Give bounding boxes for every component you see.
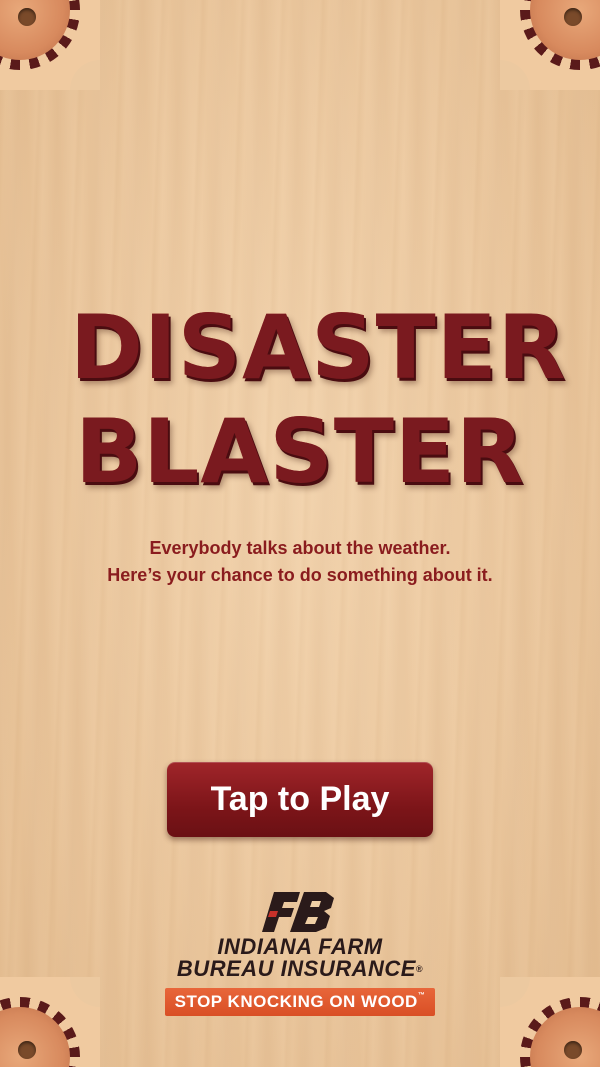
slogan-text: STOP KNOCKING ON WOOD	[174, 992, 418, 1011]
screw-hole-icon	[564, 8, 582, 26]
game-title-line-1: DISASTER	[70, 296, 567, 399]
screw-hole-icon	[564, 1041, 582, 1059]
brand-name-line-1: INDIANA FARM	[217, 934, 383, 959]
gear-corner-top-left	[0, 0, 100, 90]
farm-bureau-fb-logo-icon	[262, 892, 334, 932]
game-title-line-2: BLASTER	[70, 400, 530, 504]
gear-icon	[0, 997, 80, 1067]
slogan-badge: STOP KNOCKING ON WOOD™	[164, 988, 436, 1016]
sponsor-logo: INDIANA FARM BUREAU INSURANCE® STOP KNOC…	[140, 890, 460, 1016]
gear-icon	[520, 997, 600, 1067]
game-title-logo: DISASTER BLASTER	[70, 296, 567, 504]
tagline-line-2: Here’s your chance to do something about…	[107, 565, 493, 585]
gear-icon	[520, 0, 600, 70]
registered-mark: ®	[415, 964, 424, 974]
gear-corner-bottom-right	[500, 977, 600, 1067]
gear-corner-top-right	[500, 0, 600, 90]
brand-name-line-2: BUREAU INSURANCE®	[176, 956, 424, 981]
gear-corner-bottom-left	[0, 977, 100, 1067]
gear-icon	[0, 0, 80, 70]
tagline-line-1: Everybody talks about the weather.	[149, 538, 451, 558]
trademark-mark: ™	[417, 992, 426, 999]
screw-hole-icon	[18, 1041, 36, 1059]
tagline: Everybody talks about the weather. Here’…	[0, 535, 600, 589]
tap-to-play-button[interactable]: Tap to Play	[167, 762, 433, 837]
screw-hole-icon	[18, 8, 36, 26]
